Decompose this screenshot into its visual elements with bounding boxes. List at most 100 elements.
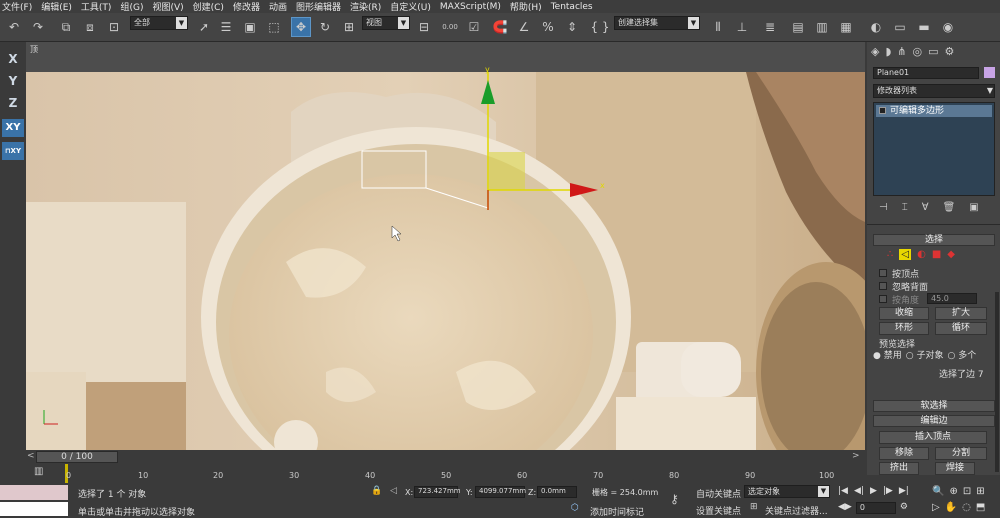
- current-frame-field[interactable]: 0: [855, 502, 896, 514]
- modifier-list-dropdown[interactable]: 修改器列表 ▼: [873, 84, 995, 98]
- auto-key-button[interactable]: 自动关键点: [696, 487, 741, 500]
- selection-filter-dropdown[interactable]: 全部 ▼: [130, 16, 188, 30]
- time-slider[interactable]: < 0 / 100 >: [26, 450, 865, 464]
- track-bar[interactable]: ▥ 0 10 20 30 40 50 60 70 80 90 100: [0, 464, 865, 484]
- border-icon[interactable]: ◐: [917, 249, 926, 260]
- preview-subobject-radio[interactable]: ○ 子对象: [906, 348, 944, 361]
- rollout-edit-edges[interactable]: 编辑边: [873, 415, 995, 427]
- insert-vertex-button[interactable]: 插入顶点: [879, 431, 987, 444]
- mini-curve-editor-icon[interactable]: ▥: [34, 466, 43, 477]
- set-key-mode-icon[interactable]: ⚷: [670, 492, 679, 506]
- object-name-field[interactable]: Plane01: [873, 67, 979, 79]
- zoom-extents-icon[interactable]: ⊡: [963, 486, 971, 497]
- grow-button[interactable]: 扩大: [935, 307, 987, 320]
- gizmo-y-arrow[interactable]: [481, 80, 495, 104]
- show-end-result-icon[interactable]: ⌶: [902, 202, 908, 213]
- maxscript-input-mini[interactable]: [0, 502, 68, 516]
- field-of-view-icon[interactable]: ▷: [932, 502, 940, 513]
- angle-spinner[interactable]: 45.0: [927, 293, 977, 304]
- link-icon[interactable]: ⧉: [56, 17, 76, 37]
- undo-icon[interactable]: ↶: [4, 17, 24, 37]
- time-next-icon[interactable]: >: [852, 451, 860, 461]
- menu-views[interactable]: 视图(V): [152, 0, 183, 13]
- menu-create[interactable]: 创建(C): [193, 0, 224, 13]
- axis-xy-button[interactable]: XY: [2, 119, 24, 137]
- spinner-snap-toggle-icon[interactable]: ⇕: [562, 17, 582, 37]
- zoom-all-icon[interactable]: ⊕: [949, 486, 957, 497]
- display-tab-icon[interactable]: ▭: [928, 45, 938, 58]
- menu-group[interactable]: 组(G): [120, 0, 143, 13]
- key-mode-dropdown[interactable]: 选定对象 ▼: [744, 485, 830, 498]
- create-tab-icon[interactable]: ◈: [871, 45, 879, 58]
- select-by-name-icon[interactable]: ☰: [216, 17, 236, 37]
- window-crossing-icon[interactable]: ⬚: [264, 17, 284, 37]
- menu-rendering[interactable]: 渲染(R): [350, 0, 381, 13]
- axis-xy-snap-button[interactable]: ⊓XY: [2, 142, 24, 160]
- percent-snap-icon[interactable]: %: [538, 17, 558, 37]
- pin-stack-icon[interactable]: ⊣: [879, 202, 888, 213]
- polygon-icon[interactable]: ■: [932, 249, 941, 260]
- axis-y-button[interactable]: Y: [2, 72, 24, 90]
- lock-selection-icon[interactable]: 🔒: [371, 486, 382, 496]
- element-icon[interactable]: ◆: [947, 249, 955, 260]
- menu-maxscript[interactable]: MAXScript(M): [440, 2, 501, 12]
- axis-x-button[interactable]: X: [2, 50, 24, 68]
- time-slider-thumb[interactable]: 0 / 100: [36, 451, 118, 463]
- orbit-icon[interactable]: ◌: [962, 502, 971, 513]
- remove-modifier-icon[interactable]: 🗑: [943, 202, 956, 213]
- maximize-viewport-icon[interactable]: ⬒: [976, 502, 985, 513]
- prev-frame-icon[interactable]: ◀|: [854, 486, 864, 496]
- schematic-view-icon[interactable]: ▦: [836, 17, 856, 37]
- angle-snap-icon[interactable]: ∠: [514, 17, 534, 37]
- time-config-icon[interactable]: ⚙: [900, 502, 908, 514]
- rendered-frame-icon[interactable]: ▬: [914, 17, 934, 37]
- panel-scrollbar[interactable]: [995, 292, 999, 472]
- goto-start-icon[interactable]: |◀: [838, 486, 848, 496]
- y-coord-field[interactable]: 4099.077mm: [475, 486, 526, 498]
- gizmo-xy-plane[interactable]: [489, 152, 525, 190]
- axis-z-button[interactable]: Z: [2, 94, 24, 112]
- rollout-soft-selection[interactable]: 软选择: [873, 400, 995, 412]
- pivot-center-icon[interactable]: ⊟: [414, 17, 434, 37]
- menu-edit[interactable]: 编辑(E): [41, 0, 72, 13]
- configure-modifier-sets-icon[interactable]: ▣: [969, 202, 978, 213]
- stack-item-editable-poly[interactable]: 可编辑多边形: [876, 105, 992, 117]
- edge-icon[interactable]: ◁: [899, 249, 912, 260]
- z-coord-field[interactable]: 0.0mm: [537, 486, 577, 498]
- menu-help[interactable]: 帮助(H): [510, 0, 542, 13]
- bind-space-warp-icon[interactable]: ⊡: [104, 17, 124, 37]
- loop-button[interactable]: 循环: [935, 322, 987, 335]
- preview-multi-radio[interactable]: ○ 多个: [947, 348, 976, 361]
- menu-file[interactable]: 文件(F): [2, 0, 32, 13]
- vertex-icon[interactable]: ∴: [887, 249, 893, 260]
- by-vertex-checkbox[interactable]: [879, 269, 887, 277]
- edit-named-selection-icon[interactable]: { }: [590, 17, 610, 37]
- spinner-snap-icon[interactable]: 0.00: [440, 17, 460, 37]
- object-color-swatch[interactable]: [984, 67, 995, 78]
- weld-button[interactable]: 焊接: [935, 462, 975, 475]
- zoom-icon[interactable]: 🔍: [932, 486, 944, 497]
- reference-coordinate-dropdown[interactable]: 视图 ▼: [362, 16, 410, 30]
- absolute-mode-icon[interactable]: ◁: [390, 486, 397, 496]
- preview-disable-radio[interactable]: ● 禁用: [873, 348, 902, 361]
- snaps-toggle-icon[interactable]: 🧲: [490, 17, 510, 37]
- ignore-backfacing-checkbox[interactable]: [879, 282, 887, 290]
- hierarchy-tab-icon[interactable]: ⋔: [897, 45, 906, 58]
- render-production-icon[interactable]: ◉: [938, 17, 958, 37]
- goto-end-icon[interactable]: ▶|: [899, 486, 909, 496]
- pan-icon[interactable]: ✋: [945, 502, 957, 513]
- menu-tentacles[interactable]: Tentacles: [551, 2, 593, 12]
- ring-button[interactable]: 环形: [879, 322, 929, 335]
- maxscript-listener-mini[interactable]: [0, 485, 68, 500]
- make-unique-icon[interactable]: ∀: [922, 202, 929, 213]
- utilities-tab-icon[interactable]: ⚙: [945, 45, 955, 58]
- menu-animation[interactable]: 动画: [269, 0, 287, 13]
- redo-icon[interactable]: ↷: [28, 17, 48, 37]
- key-mode-toggle-icon[interactable]: ◀▶: [838, 502, 852, 514]
- x-coord-field[interactable]: 723.427mm: [414, 486, 461, 498]
- scene-explorer-icon[interactable]: ▤: [788, 17, 808, 37]
- curve-editor-icon[interactable]: ▥: [812, 17, 832, 37]
- shrink-button[interactable]: 收缩: [879, 307, 929, 320]
- rollout-selection[interactable]: 选择: [873, 234, 995, 246]
- extrude-button[interactable]: 挤出: [879, 462, 919, 475]
